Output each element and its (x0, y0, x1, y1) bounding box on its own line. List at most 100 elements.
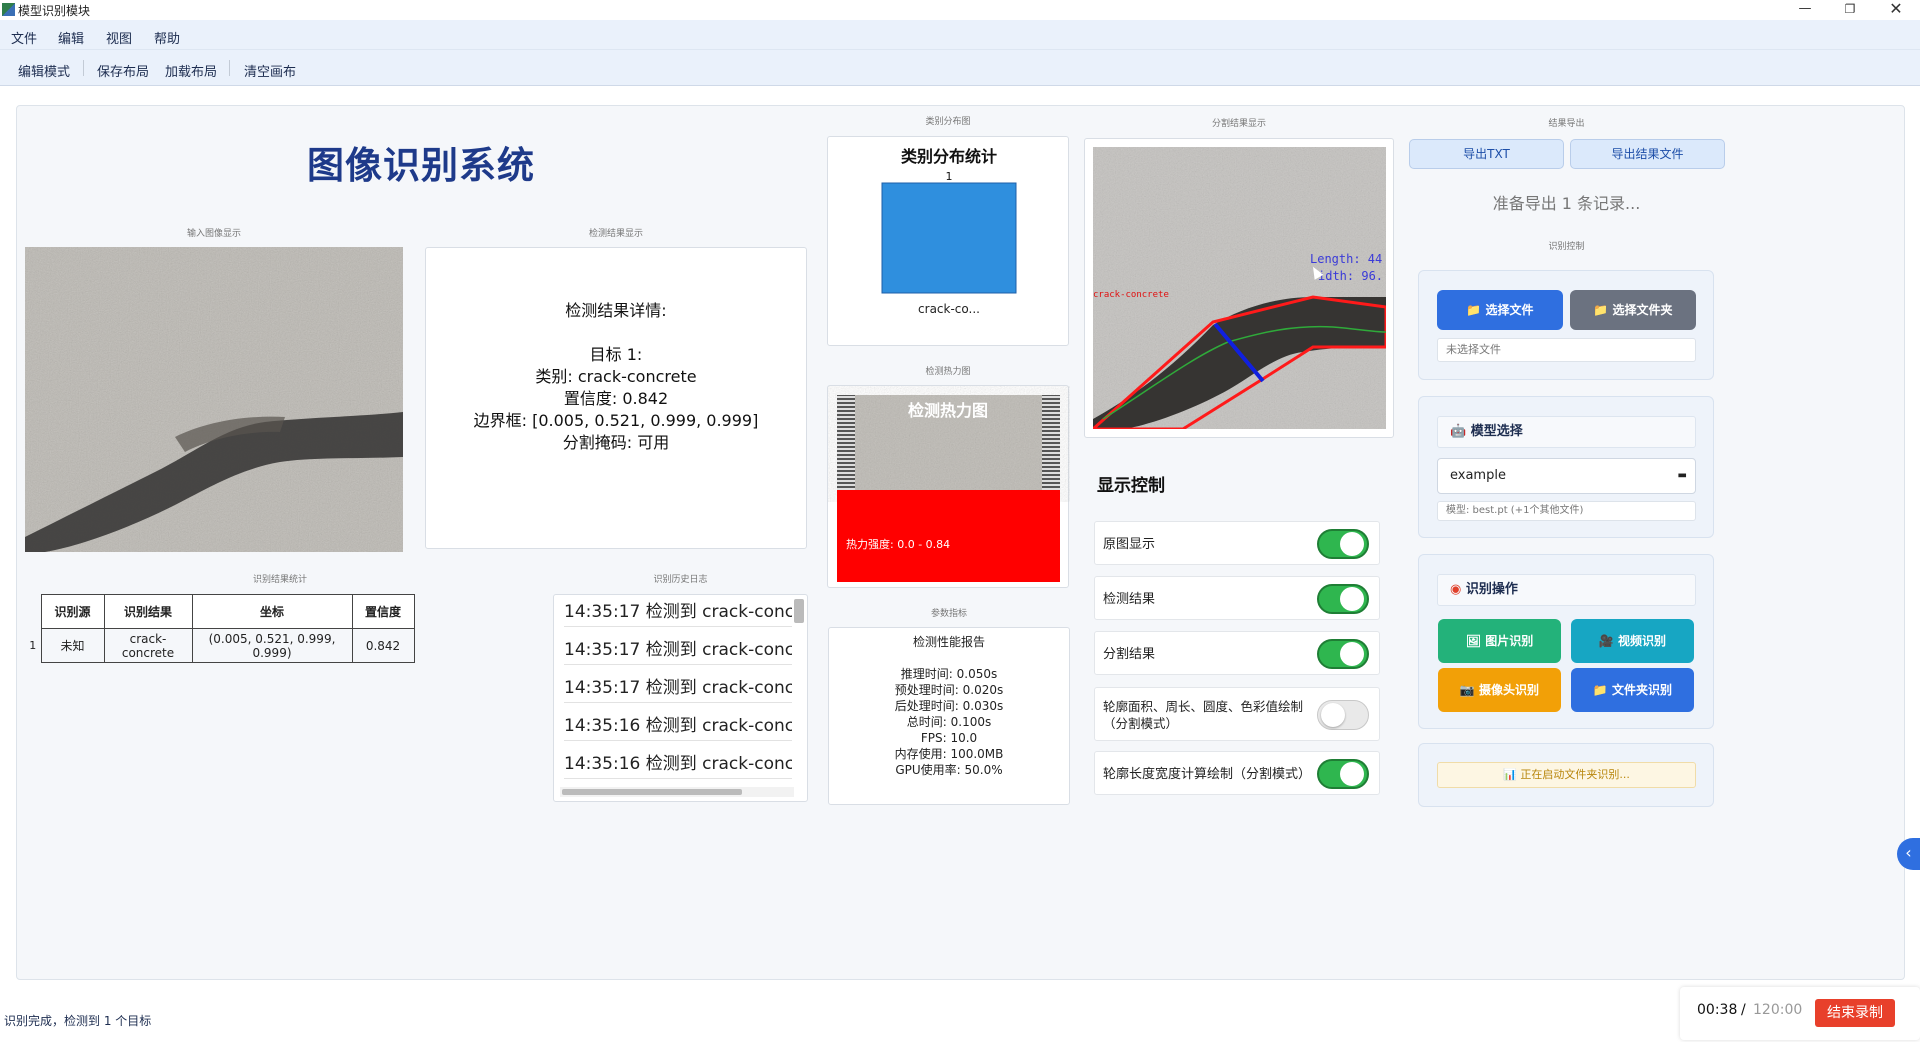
metric-line: GPU使用率: 50.0% (895, 763, 1003, 777)
recording-panel: 00:38 / 120:00 结束录制 (1680, 987, 1920, 1040)
contour-area-toggle[interactable] (1317, 700, 1369, 730)
history-log[interactable]: 14:35:17 检测到 crack-concret 14:35:17 检测到 … (553, 594, 808, 802)
chevron-left-icon: ‹ (1905, 843, 1912, 862)
status-bar (0, 1002, 1920, 1042)
metric-line: 总时间: 0.100s (906, 715, 992, 729)
file-status: 未选择文件 (1437, 338, 1696, 362)
metric-line: 推理时间: 0.050s (900, 667, 998, 681)
table-cell: 未知 (40, 628, 105, 663)
image-recog-button[interactable]: 🖼 图片识别 (1438, 619, 1561, 663)
export-txt-button[interactable]: 导出TXT (1409, 139, 1564, 169)
table-row[interactable]: 1 未知 crack-concrete (0.005, 0.521, 0.999… (25, 628, 415, 663)
target-icon: ◉ (1450, 582, 1466, 597)
result-heading: 检测结果详情: (565, 301, 667, 320)
chart-bar (881, 182, 1017, 294)
toggle-label: 轮廓长度宽度计算绘制（分割模式） (1103, 767, 1312, 782)
distribution-chart: 类别分布统计 1 crack-co... (881, 147, 1017, 316)
detection-result-text: 检测结果详情: 目标 1: 类别: crack-concrete 置信度: 0.… (425, 300, 807, 454)
model-select-dropdown[interactable]: example ▬ (1437, 458, 1696, 494)
export-caption: 结果导出 (1548, 119, 1585, 129)
table-cell: (0.005, 0.521, 0.999, 0.999) (191, 628, 353, 663)
page-title: 图像识别系统 (307, 144, 535, 187)
menu-view[interactable]: 视图 (106, 28, 132, 47)
column-header: 置信度 (351, 594, 415, 629)
detection-result-toggle[interactable] (1317, 584, 1369, 614)
export-file-button[interactable]: 导出结果文件 (1570, 139, 1725, 169)
robot-icon: 🤖 (1450, 424, 1471, 439)
original-display-toggle[interactable] (1317, 529, 1369, 559)
table-cell: crack-concrete (103, 628, 193, 663)
distribution-panel: 类别分布统计 1 crack-co... (827, 136, 1069, 346)
folder-recog-button[interactable]: 📁 文件夹识别 (1571, 668, 1694, 712)
stop-recording-button[interactable]: 结束录制 (1815, 999, 1895, 1027)
metric-line: 预处理时间: 0.020s (894, 683, 1004, 697)
chart-icon: 📊 (1503, 768, 1521, 781)
toggle-label: 轮廓面积、周长、圆度、色彩值绘制 （分割模式） (1103, 699, 1304, 731)
horizontal-scrollbar[interactable] (562, 789, 742, 795)
menu-file[interactable]: 文件 (11, 28, 37, 47)
contour-length-toggle[interactable] (1317, 759, 1369, 789)
recording-separator: / (1741, 1002, 1746, 1018)
history-caption: 识别历史日志 (653, 575, 708, 585)
seg-length-label: Length: 44 (1310, 252, 1383, 266)
select-file-button[interactable]: 📁 选择文件 (1437, 290, 1563, 330)
toggle-row-contour-area: 轮廓面积、周长、圆度、色彩值绘制 （分割模式） (1094, 687, 1380, 741)
segmentation-result-toggle[interactable] (1317, 639, 1369, 669)
metric-line: 后处理时间: 0.030s (894, 699, 1004, 713)
window-title: 模型识别模块 (18, 4, 91, 18)
vertical-scrollbar[interactable] (794, 599, 804, 623)
status-text: 识别完成，检测到 1 个目标 (4, 1014, 152, 1028)
list-item: 14:35:16 检测到 crack-concret (564, 711, 792, 741)
edit-mode-button[interactable]: 编辑模式 (18, 61, 70, 80)
stats-table: 识别源 识别结果 坐标 置信度 1 未知 crack-concrete (0.0… (25, 594, 415, 663)
toggle-label: 分割结果 (1103, 647, 1156, 662)
seg-class-label: crack-concrete (1093, 290, 1169, 300)
app-icon (2, 3, 15, 16)
folder-icon: 📁 (1593, 303, 1613, 317)
column-header: 坐标 (191, 594, 353, 629)
heatmap-legend: 热力强度: 0.0 - 0.84 (846, 538, 951, 551)
image-icon: 🖼 (1465, 634, 1486, 648)
folder-status: 📊 正在启动文件夹识别... (1437, 762, 1696, 788)
select-folder-button[interactable]: 📁 选择文件夹 (1570, 290, 1696, 330)
list-item: 14:35:17 检测到 crack-concret (564, 673, 792, 703)
load-layout-button[interactable]: 加载布局 (165, 61, 217, 80)
export-status: 准备导出 1 条记录... (1492, 194, 1641, 213)
title-bar: 模型识别模块 — ❐ ✕ (0, 0, 1920, 20)
result-line: 置信度: 0.842 (563, 389, 669, 408)
distribution-caption: 类别分布图 (925, 117, 971, 127)
result-line: 类别: crack-concrete (535, 367, 697, 386)
table-header-row: 识别源 识别结果 坐标 置信度 (25, 594, 415, 629)
video-recog-button[interactable]: 🎥 视频识别 (1571, 619, 1694, 663)
recog-ops-header: ◉ 识别操作 (1437, 574, 1696, 606)
input-image (25, 247, 403, 552)
segmentation-image (1093, 147, 1386, 429)
restore-icon[interactable]: ❐ (1828, 0, 1872, 20)
metrics-text: 检测性能报告 推理时间: 0.050s 预处理时间: 0.020s 后处理时间:… (828, 634, 1070, 778)
chart-title: 类别分布统计 (901, 147, 997, 166)
toggle-row-original: 原图显示 (1094, 521, 1380, 565)
menu-help[interactable]: 帮助 (154, 28, 180, 47)
list-item: 14:35:17 检测到 crack-concret (564, 597, 792, 627)
toggle-row-detection: 检测结果 (1094, 576, 1380, 620)
metrics-caption: 参数指标 (930, 609, 967, 619)
result-line: 边界框: [0.005, 0.521, 0.999, 0.999] (473, 411, 759, 430)
list-item: 14:35:16 检测到 crack-concret (564, 749, 792, 779)
dropdown-icon: ▬ (1677, 470, 1687, 481)
menu-edit[interactable]: 编辑 (58, 28, 84, 47)
clear-canvas-button[interactable]: 清空画布 (244, 61, 296, 80)
close-icon[interactable]: ✕ (1874, 0, 1918, 20)
result-line: 分割掩码: 可用 (562, 433, 670, 452)
toolbar-divider (83, 60, 84, 76)
toolbar: 编辑模式 保存布局 加载布局 清空画布 (0, 50, 1920, 86)
toolbar-divider (229, 60, 230, 76)
column-header: 识别源 (40, 594, 105, 629)
recording-total: 120:00 (1753, 1002, 1803, 1018)
metric-line: FPS: 10.0 (920, 731, 978, 745)
list-item: 14:35:17 检测到 crack-concret (564, 635, 792, 665)
recog-control-caption: 识别控制 (1548, 242, 1585, 252)
detection-result-caption: 检测结果显示 (588, 229, 643, 239)
camera-recog-button[interactable]: 📷 摄像头识别 (1438, 668, 1561, 712)
minimize-icon[interactable]: — (1783, 0, 1827, 20)
save-layout-button[interactable]: 保存布局 (97, 61, 149, 80)
